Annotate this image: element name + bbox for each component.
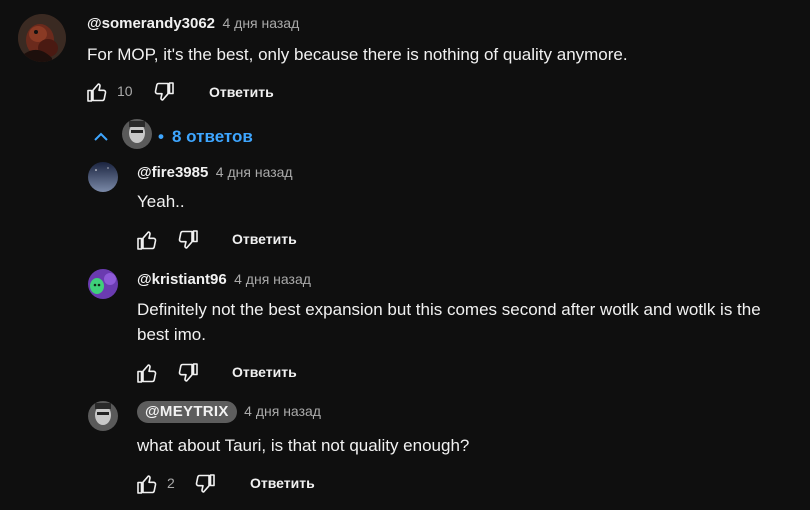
reply-text: Yeah..: [137, 192, 185, 211]
replies-toggle-button[interactable]: • 8 ответов: [88, 118, 258, 152]
like-count: 2: [167, 475, 175, 491]
thumb-up-icon: [137, 364, 157, 383]
reply-time[interactable]: 4 дня назад: [216, 164, 293, 180]
avatar[interactable]: [88, 401, 118, 431]
avatar-face-image: [122, 119, 152, 149]
thumb-down-icon: [154, 82, 174, 101]
dislike-button[interactable]: [176, 361, 200, 385]
thumb-down-icon: [178, 230, 198, 249]
dislike-button[interactable]: [152, 80, 176, 104]
reply-text: what about Tauri, is that not quality en…: [137, 436, 470, 455]
replies-count-label: 8 ответов: [172, 127, 253, 146]
avatar-dog-image: [18, 14, 66, 62]
thumb-down-icon: [178, 363, 198, 382]
reply-header: @fire3985 4 дня назад: [137, 164, 293, 182]
comment-time[interactable]: 4 дня назад: [222, 15, 299, 31]
avatar-face-image: [88, 401, 118, 431]
thumb-down-icon: [195, 474, 215, 493]
thumb-up-icon: [137, 231, 157, 250]
reply-time[interactable]: 4 дня назад: [234, 271, 311, 287]
like-count: 10: [117, 83, 133, 99]
avatar[interactable]: [18, 14, 66, 62]
thumb-up-icon: [137, 475, 157, 494]
reply-header: @MEYTRIX 4 дня назад: [137, 401, 321, 423]
avatar[interactable]: [88, 269, 118, 299]
dislike-button[interactable]: [193, 472, 217, 496]
reply-author[interactable]: @fire3985: [137, 164, 208, 181]
replies-bullet: •: [158, 127, 164, 146]
creator-author-badge[interactable]: @MEYTRIX: [137, 401, 237, 423]
like-button[interactable]: [135, 472, 159, 496]
reply-time[interactable]: 4 дня назад: [244, 403, 321, 419]
reply-author[interactable]: @kristiant96: [137, 271, 227, 288]
comment-text: For MOP, it's the best, only because the…: [87, 45, 628, 64]
reply-text: Definitely not the best expansion but th…: [137, 300, 761, 344]
comment-author[interactable]: @somerandy3062: [87, 15, 215, 32]
reply-button[interactable]: Ответить: [232, 364, 297, 380]
like-button[interactable]: [85, 80, 109, 104]
reply-header: @kristiant96 4 дня назад: [137, 271, 311, 289]
avatar-alien-image: [88, 269, 118, 299]
reply-button[interactable]: Ответить: [250, 475, 315, 491]
comment-header: @somerandy3062 4 дня назад: [87, 15, 299, 33]
reply-button[interactable]: Ответить: [209, 84, 274, 100]
thumb-up-icon: [87, 83, 107, 102]
dislike-button[interactable]: [176, 228, 200, 252]
avatar[interactable]: [88, 162, 118, 192]
like-button[interactable]: [135, 228, 159, 252]
chevron-up-icon: [94, 132, 108, 141]
reply-button[interactable]: Ответить: [232, 231, 297, 247]
replier-avatar: [122, 119, 152, 149]
like-button[interactable]: [135, 361, 159, 385]
avatar-sky-image: [88, 162, 118, 192]
